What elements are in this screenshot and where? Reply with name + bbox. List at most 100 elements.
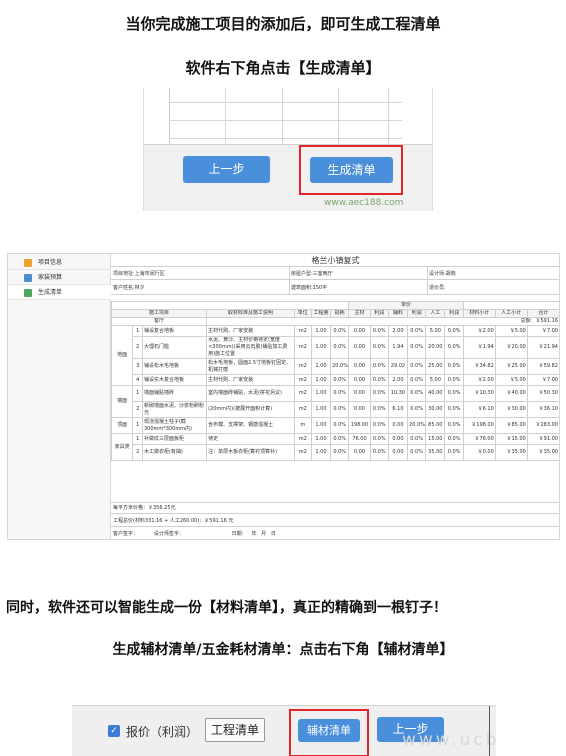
loss-cell: 0.0% xyxy=(330,374,350,386)
table-row: 2 大理石门槛 水泥、黄沙、主材价格待定(宽度<300mm)(采用云石胶)铺贴加工费… xyxy=(112,336,559,359)
col-loss: 损耗 xyxy=(330,309,350,318)
item-name: 大理石门槛 xyxy=(141,336,208,359)
unit-price-header: 单价 xyxy=(348,301,464,310)
material-subtotal-cell: ￥0.00 xyxy=(462,444,496,461)
labor-subtotal-cell: ￥85.00 xyxy=(494,417,528,434)
profit-cell: 0.0% xyxy=(407,325,427,337)
col-material-subtotal: 材料小计 xyxy=(462,309,496,318)
screenshot-aux-list: ✓ 报价（利润） 工程清单 辅材清单 上一步 www.ucb xyxy=(72,705,496,756)
project-list-button[interactable]: 工程清单 xyxy=(205,718,265,742)
highlight-box xyxy=(289,709,369,756)
labor-cell: 15.00 xyxy=(425,433,446,445)
item-name: 新砌墙面水泥、沙浆粉刷粉光 xyxy=(141,401,208,418)
unit-cell: m xyxy=(293,417,312,434)
labor-subtotal-cell: ￥15.00 xyxy=(494,433,528,445)
item-description: 室内墙面砖铺贴，水泥(拼花另议) xyxy=(206,385,295,402)
aux-material-cell: 0.00 xyxy=(387,444,409,461)
profit-cell: 0.0% xyxy=(444,401,464,418)
quotation-table: 单价 施工项目 取材标准及施工说明 单位 工程量 损耗 主材 利润 辅料 利润 … xyxy=(110,301,559,461)
category-cell: 地面 xyxy=(110,325,134,386)
quote-profit-checkbox[interactable]: ✓ xyxy=(108,725,120,737)
item-description: 主材代购、厂家安装 xyxy=(206,325,295,337)
main-material-cell: 0.00 xyxy=(348,336,371,359)
main-material-cell: 0.00 xyxy=(348,385,371,402)
col-total: 合计 xyxy=(526,309,559,318)
material-subtotal-cell: ￥76.00 xyxy=(462,433,496,445)
loss-cell: 0.0% xyxy=(330,433,350,445)
total-cell: ￥50.30 xyxy=(526,385,559,402)
sidebar-item-project-info[interactable]: 项目信息 xyxy=(8,255,111,270)
aux-material-cell: 6.10 xyxy=(387,401,409,418)
profit-cell: 0.0% xyxy=(407,336,427,359)
table-row: 顶面 1 现浇混凝土柱子(截300mm*300mm内) 含布模、支撑架、钢筋混凝土 m 1… xyxy=(110,417,559,434)
labor-subtotal-cell: ￥20.00 xyxy=(494,336,528,359)
row-number: 2 xyxy=(132,336,143,359)
material-subtotal-cell: ￥2.00 xyxy=(462,374,496,386)
profit-cell: 0.0% xyxy=(369,374,389,386)
quantity-cell: 1.00 xyxy=(310,325,332,337)
row-number: 3 xyxy=(132,358,143,375)
unit-cell: m2 xyxy=(293,374,312,386)
item-name: 现浇混凝土柱子(截300mm*300mm内) xyxy=(141,417,208,434)
quotation-sheet: 格兰小镇复式 项目地址:上海市闵行区 房屋户型:三室两厅 设计师:胡晓 客户姓名… xyxy=(110,254,559,539)
total-cell: ￥283.00 xyxy=(526,417,559,434)
aux-material-cell: 2.00 xyxy=(387,325,409,337)
room-total: 总额：￥591.16 xyxy=(206,317,559,326)
profit-cell: 0.0% xyxy=(369,385,389,402)
aux-material-cell: 0.00 xyxy=(387,433,409,445)
labor-cell: 25.00 xyxy=(425,358,446,375)
profit-cell: 0.0% xyxy=(369,433,389,445)
unit-cell: m2 xyxy=(293,358,312,375)
row-number: 1 xyxy=(132,385,143,402)
per-sqm-price: 每平方米价格：￥356.25元 xyxy=(113,505,176,511)
item-name: 铺设松木毛地板 xyxy=(141,358,208,375)
profit-cell: 0.0% xyxy=(444,325,464,337)
labor-subtotal-cell: ￥35.00 xyxy=(494,444,528,461)
item-description: 注：单层木板衣柜(算衬顶算补) xyxy=(206,444,295,461)
sidebar-item-generate-list[interactable]: 生成清单 xyxy=(8,285,111,300)
quantity-cell: 1.00 xyxy=(310,401,332,418)
quantity-cell: 1.00 xyxy=(310,336,332,359)
sidebar: 项目信息 家装预算 生成清单 xyxy=(8,254,111,539)
loss-cell: 0.0% xyxy=(330,444,350,461)
calculator-icon xyxy=(24,274,32,282)
room-row: 客厅 总额：￥591.16 xyxy=(110,317,559,326)
sidebar-item-label: 生成清单 xyxy=(38,289,63,296)
quantity-cell: 1.00 xyxy=(310,417,332,434)
unit-cell: m2 xyxy=(293,325,312,337)
material-subtotal-cell: ￥198.00 xyxy=(462,417,496,434)
item-description: 水泥、黄沙、主材价格待定(宽度<300mm)(采用云石胶)铺贴加工费用)施工位置 xyxy=(206,336,295,359)
labor-cell: 20.00 xyxy=(425,336,446,359)
profit-cell: 0.0% xyxy=(444,374,464,386)
material-subtotal-cell: ￥10.30 xyxy=(462,385,496,402)
row-number: 4 xyxy=(132,374,143,386)
caption-generate-hint: 软件右下角点击【生成清单】 xyxy=(185,59,381,77)
loss-cell: 0.0% xyxy=(330,385,350,402)
main-material-cell: 0.00 xyxy=(348,401,371,418)
screenshot-quotation: 项目信息 家装预算 生成清单 格兰小镇复式 项目地址:上海市闵行区 房屋户型:三… xyxy=(7,253,560,540)
item-name: 铺设复合地板 xyxy=(141,325,208,337)
main-material-cell: 76.00 xyxy=(348,433,371,445)
sidebar-item-home-budget[interactable]: 家装预算 xyxy=(8,270,111,285)
building-area: 建筑面积:150平 xyxy=(291,285,328,291)
profit-cell: 0.0% xyxy=(444,417,464,434)
aux-material-cell: 10.30 xyxy=(387,385,409,402)
main-material-cell: 0.00 xyxy=(348,358,371,375)
unit-cell: m2 xyxy=(293,433,312,445)
material-subtotal-cell: ￥1.94 xyxy=(462,336,496,359)
prev-step-button[interactable]: 上一步 xyxy=(183,156,270,183)
profit-cell: 0.0% xyxy=(444,444,464,461)
sidebar-item-label: 项目信息 xyxy=(38,259,63,266)
profit-cell: 0.0% xyxy=(444,433,464,445)
room-label: 客厅 xyxy=(110,317,208,326)
category-cell: 顶面 xyxy=(110,417,134,434)
screenshot-generate-list: 上一步 生成清单 www.aec188.com xyxy=(143,88,433,211)
main-material-cell: 0.00 xyxy=(348,374,371,386)
table-row: 墙面 1 墙面铺贴墙砖 室内墙面砖铺贴，水泥(拼花另议) m2 1.00 0.0% 0.00 0… xyxy=(110,385,559,418)
unit-cell: m2 xyxy=(293,336,312,359)
col-unit: 单位 xyxy=(293,309,312,318)
loss-cell: 0.0% xyxy=(330,336,350,359)
unit-cell: m2 xyxy=(293,401,312,418)
highlight-box xyxy=(299,145,403,195)
labor-cell: 85.00 xyxy=(425,417,446,434)
